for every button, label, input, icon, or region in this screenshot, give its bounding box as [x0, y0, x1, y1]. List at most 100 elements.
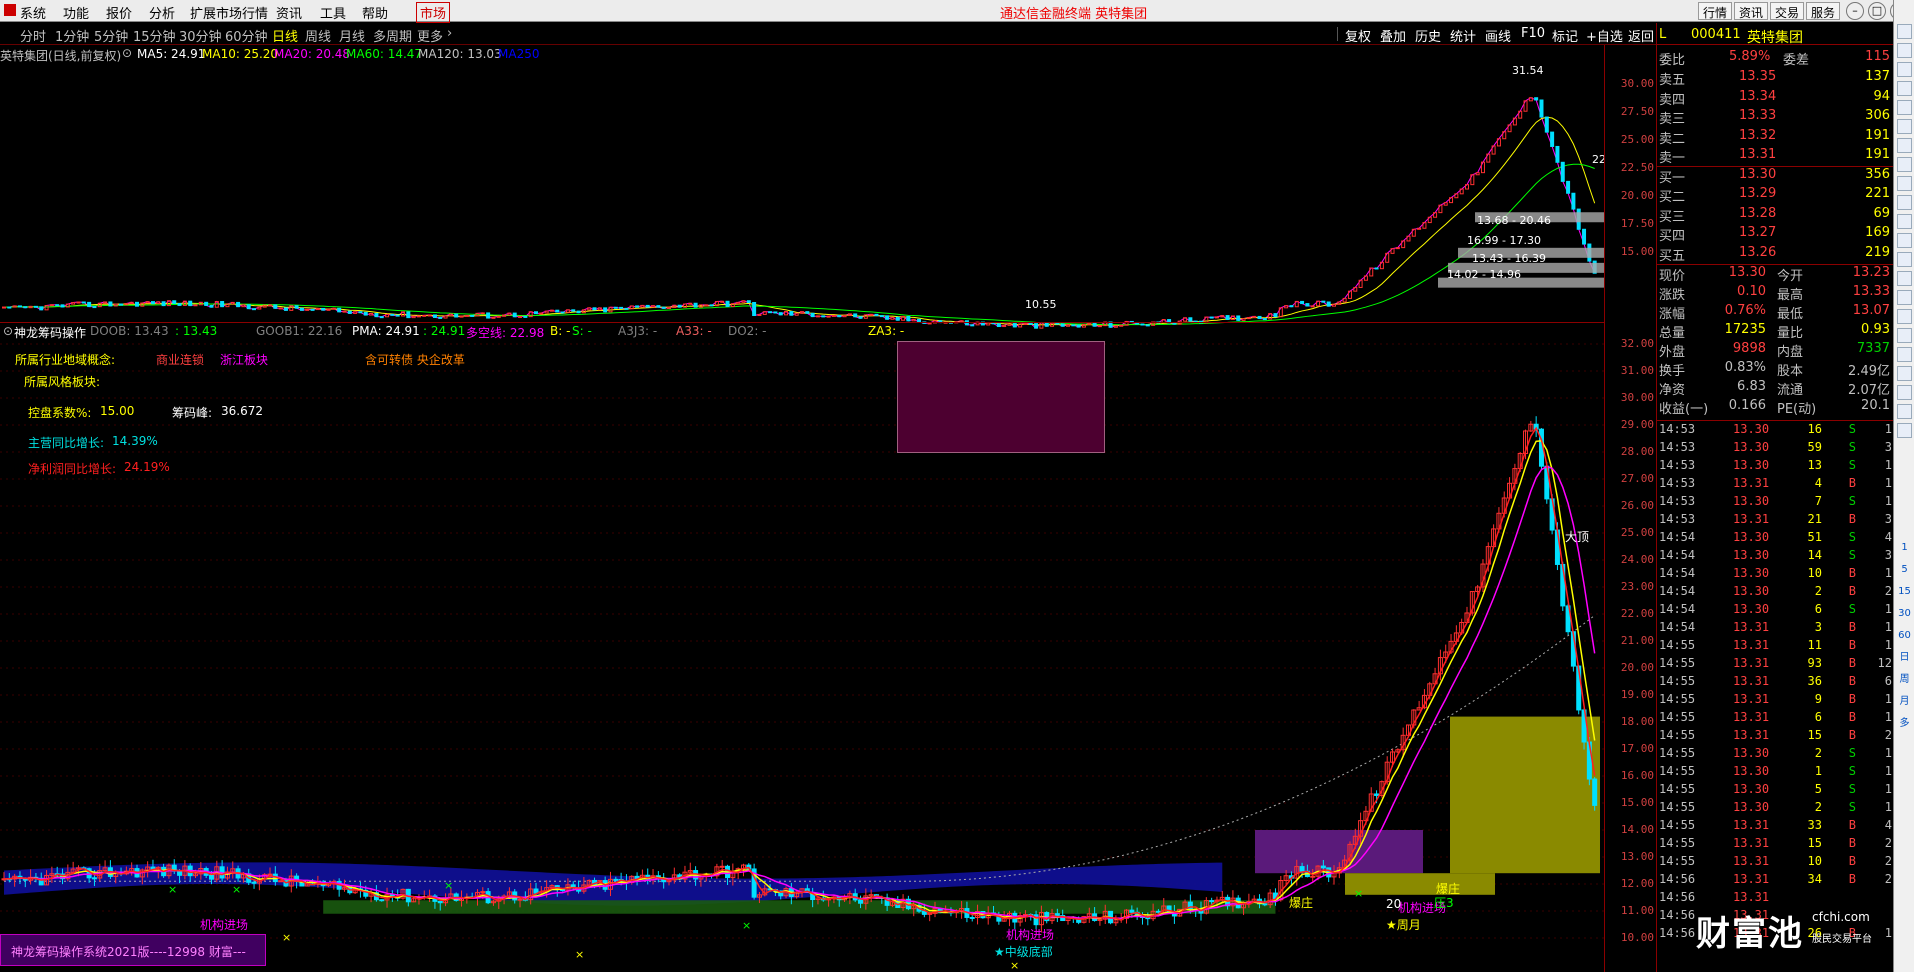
period-shortcut-8[interactable]: 多 [1897, 716, 1912, 731]
link-icon[interactable] [1897, 290, 1912, 305]
menu-quote[interactable]: 报价 [106, 3, 132, 22]
menu-ext-market[interactable]: 扩展市场行情 [190, 3, 268, 22]
calc-icon[interactable] [1897, 195, 1912, 210]
period-15min[interactable]: 15分钟 [133, 26, 176, 45]
bar-icon[interactable] [1897, 100, 1912, 115]
lock-icon[interactable] [1897, 366, 1912, 381]
quote-button[interactable]: 行情 [1698, 2, 1733, 20]
tick-time: 14:55 [1659, 692, 1696, 706]
main-candle [996, 323, 1001, 328]
period-weekly[interactable]: 周线 [305, 26, 331, 45]
signal-x-icon: × [444, 879, 453, 892]
period-tick[interactable]: 分时 [20, 26, 46, 45]
period-shortcut-5[interactable]: 日 [1897, 650, 1912, 665]
menu-market-tab[interactable]: 市场 [416, 2, 451, 23]
add-watchlist-button[interactable]: +自选 [1586, 26, 1623, 45]
service-button[interactable]: 服务 [1806, 2, 1841, 20]
axis-tick: 17.50 [1620, 217, 1654, 230]
main-candle [640, 304, 645, 308]
period-shortcut-3[interactable]: 30 [1897, 606, 1912, 621]
kline-icon[interactable] [1897, 119, 1912, 134]
level-price: 13.27 [1739, 225, 1777, 240]
tick-time: 14:56 [1659, 908, 1696, 922]
period-shortcut-2[interactable]: 15 [1897, 584, 1912, 599]
menu-analysis[interactable]: 分析 [149, 3, 175, 22]
pie-icon[interactable] [1897, 347, 1912, 362]
main-candle [273, 304, 278, 309]
indicator-name[interactable]: 神龙筹码操作 [14, 324, 86, 341]
news-button[interactable]: 资讯 [1734, 2, 1769, 20]
news-icon[interactable] [1897, 214, 1912, 229]
main-candle [1066, 324, 1070, 327]
candle-body [208, 874, 214, 880]
main-candle [1236, 315, 1241, 321]
tick-price: 13.30 [1733, 746, 1770, 760]
up-arrow-icon[interactable] [1897, 24, 1912, 39]
star-icon[interactable] [1897, 176, 1912, 191]
stat-value: 13.07 [1852, 303, 1890, 318]
period-shortcut-6[interactable]: 周 [1897, 672, 1912, 687]
bell-icon[interactable] [1897, 309, 1912, 324]
back-button[interactable]: 返回 [1628, 26, 1654, 45]
indicator-footer-banner: 神龙筹码操作系统2021版----12998 财富--- [0, 934, 266, 966]
goob1-label: GOOB1: 22.16 [256, 324, 343, 338]
period-more[interactable]: 更多 [417, 26, 443, 45]
period-shortcut-0[interactable]: 1 [1897, 540, 1912, 555]
pane-divider[interactable] [0, 322, 1604, 323]
period-1min[interactable]: 1分钟 [55, 26, 89, 45]
app-logo-icon[interactable] [4, 4, 16, 16]
line-icon[interactable] [1897, 138, 1912, 153]
tick-price: 13.31 [1733, 854, 1770, 868]
menu-news[interactable]: 资讯 [276, 3, 302, 22]
chart-icon[interactable] [1897, 43, 1912, 58]
period-shortcut-1[interactable]: 5 [1897, 562, 1912, 577]
gear-icon[interactable] [1897, 252, 1912, 267]
doc-icon[interactable] [1897, 233, 1912, 248]
candle-body [278, 880, 284, 883]
overlay-button[interactable]: 叠加 [1380, 26, 1406, 45]
draw-button[interactable]: 画线 [1485, 26, 1511, 45]
f10-button[interactable]: F10 [1521, 26, 1545, 41]
flag-icon[interactable] [1897, 271, 1912, 286]
chevron-right-icon[interactable]: › [447, 26, 452, 41]
grid-icon[interactable] [1897, 62, 1912, 77]
table-icon[interactable] [1897, 157, 1912, 172]
main-candle [720, 300, 725, 303]
zoom-icon[interactable] [1897, 423, 1912, 438]
fs-icon[interactable] [1897, 404, 1912, 419]
pen-icon[interactable] [1897, 385, 1912, 400]
kline-chart[interactable]: × × × × × × × × [0, 45, 1604, 972]
indicator-settings-icon[interactable]: ⊙ [3, 324, 13, 338]
list-icon[interactable] [1897, 81, 1912, 96]
period-multi[interactable]: 多周期 [373, 26, 412, 45]
minimize-icon[interactable]: – [1846, 2, 1864, 20]
period-60min[interactable]: 60分钟 [225, 26, 268, 45]
history-button[interactable]: 历史 [1415, 26, 1441, 45]
menu-help[interactable]: 帮助 [362, 3, 388, 22]
tick-time: 14:55 [1659, 638, 1696, 652]
trade-button[interactable]: 交易 [1770, 2, 1805, 20]
stat-label: 总量 [1659, 326, 1686, 341]
period-daily[interactable]: 日线 [272, 26, 298, 45]
stats-button[interactable]: 统计 [1450, 26, 1476, 45]
period-30min[interactable]: 30分钟 [179, 26, 222, 45]
rsi-icon[interactable] [1897, 328, 1912, 343]
menu-system[interactable]: 系统 [20, 3, 46, 22]
maximize-icon[interactable]: □ [1868, 2, 1886, 20]
tick-price: 13.30 [1733, 494, 1770, 508]
main-candle [257, 306, 262, 310]
main-candle [427, 314, 432, 317]
period-shortcut-7[interactable]: 月 [1897, 694, 1912, 709]
menu-function[interactable]: 功能 [63, 3, 89, 22]
tick-volume: 15 [1807, 836, 1822, 850]
period-shortcut-4[interactable]: 60 [1897, 628, 1912, 643]
menu-tools[interactable]: 工具 [320, 3, 346, 22]
adjust-button[interactable]: 复权 [1345, 26, 1371, 45]
chip-peak-label: 筹码峰: [172, 406, 213, 420]
period-5min[interactable]: 5分钟 [94, 26, 128, 45]
mark-button[interactable]: 标记 [1552, 26, 1578, 45]
main-candle [1379, 261, 1384, 270]
main-close-line [3, 97, 1596, 329]
stat-value: 6.83 [1737, 379, 1766, 394]
period-monthly[interactable]: 月线 [339, 26, 365, 45]
